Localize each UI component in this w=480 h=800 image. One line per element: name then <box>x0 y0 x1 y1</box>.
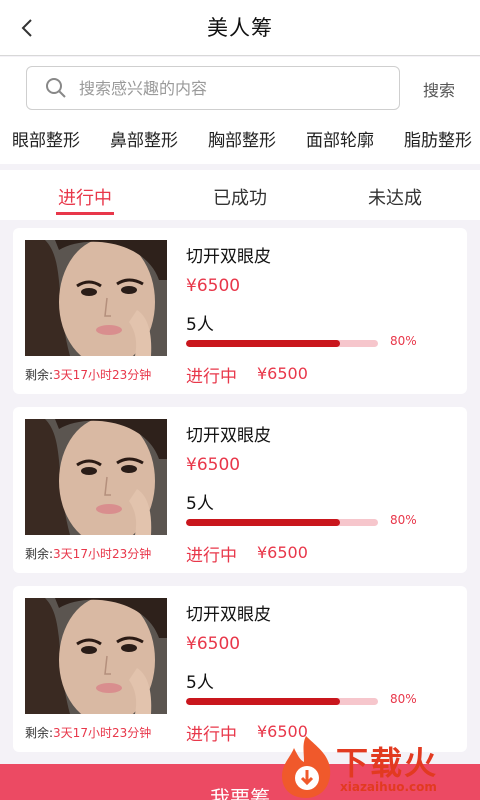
funding-progress-fill <box>186 519 340 526</box>
funding-progress-fill <box>186 340 340 347</box>
participant-count: 5人 <box>186 315 214 335</box>
status-label: 进行中 <box>186 546 237 566</box>
watermark-url: xiazaihuo.com <box>340 780 437 794</box>
project-name: 切开双眼皮 <box>186 247 271 267</box>
tab-succeeded[interactable]: 已成功 <box>180 184 300 210</box>
project-card[interactable]: 剩余:3天17小时23分钟 切开双眼皮 ¥6500 5人 80% 进行中 ¥65… <box>13 586 467 752</box>
category-breast[interactable]: 胸部整形 <box>208 126 276 151</box>
project-image <box>25 419 167 535</box>
category-nose[interactable]: 鼻部整形 <box>110 126 178 151</box>
flame-logo-icon <box>282 736 331 798</box>
remaining-value: 3天17小时23分钟 <box>53 368 152 382</box>
participant-count: 5人 <box>186 673 214 693</box>
progress-percent: 80% <box>390 692 417 706</box>
category-fat[interactable]: 脂肪整形 <box>404 126 472 151</box>
status-label: 进行中 <box>186 367 237 387</box>
project-image <box>25 598 167 714</box>
search-bar: 搜索 <box>0 57 480 112</box>
funding-progress-bar <box>186 698 378 705</box>
watermark-text: 下载火 <box>336 744 439 782</box>
tab-failed[interactable]: 未达成 <box>335 184 455 210</box>
funding-progress-bar <box>186 340 378 347</box>
status-price: ¥6500 <box>257 364 308 383</box>
remaining-label: 剩余: <box>25 547 54 561</box>
category-bar: 眼部整形 鼻部整形 胸部整形 面部轮廓 脂肪整形 <box>0 112 480 164</box>
page-title: 美人筹 <box>207 16 273 40</box>
remaining-time: 剩余:3天17小时23分钟 <box>25 545 151 562</box>
search-button[interactable]: 搜索 <box>414 77 464 101</box>
remaining-time: 剩余:3天17小时23分钟 <box>25 724 151 741</box>
search-input[interactable] <box>79 78 399 98</box>
project-card[interactable]: 剩余:3天17小时23分钟 切开双眼皮 ¥6500 5人 80% 进行中 ¥65… <box>13 228 467 394</box>
project-name: 切开双眼皮 <box>186 426 271 446</box>
participant-count: 5人 <box>186 494 214 514</box>
remaining-label: 剩余: <box>25 726 54 740</box>
funding-progress-bar <box>186 519 378 526</box>
progress-percent: 80% <box>390 513 417 527</box>
active-tab-indicator <box>56 212 114 215</box>
search-box[interactable] <box>26 66 400 110</box>
remaining-time: 剩余:3天17小时23分钟 <box>25 366 151 383</box>
project-price: ¥6500 <box>186 276 241 296</box>
funding-progress-fill <box>186 698 340 705</box>
tab-in-progress[interactable]: 进行中 <box>25 184 145 210</box>
category-eye[interactable]: 眼部整形 <box>12 126 80 151</box>
project-price: ¥6500 <box>186 455 241 475</box>
status-label: 进行中 <box>186 725 237 745</box>
app-header: 美人筹 <box>0 0 480 56</box>
progress-percent: 80% <box>390 334 417 348</box>
project-card[interactable]: 剩余:3天17小时23分钟 切开双眼皮 ¥6500 5人 80% 进行中 ¥65… <box>13 407 467 573</box>
remaining-label: 剩余: <box>25 368 54 382</box>
project-image <box>25 240 167 356</box>
project-name: 切开双眼皮 <box>186 605 271 625</box>
status-price: ¥6500 <box>257 543 308 562</box>
search-icon <box>46 78 66 98</box>
status-tabs: 进行中 已成功 未达成 <box>0 170 480 220</box>
remaining-value: 3天17小时23分钟 <box>53 547 152 561</box>
remaining-value: 3天17小时23分钟 <box>53 726 152 740</box>
watermark-logo: 下载火 xiazaihuo.com <box>278 732 478 800</box>
category-face-contour[interactable]: 面部轮廓 <box>306 126 374 151</box>
project-price: ¥6500 <box>186 634 241 654</box>
